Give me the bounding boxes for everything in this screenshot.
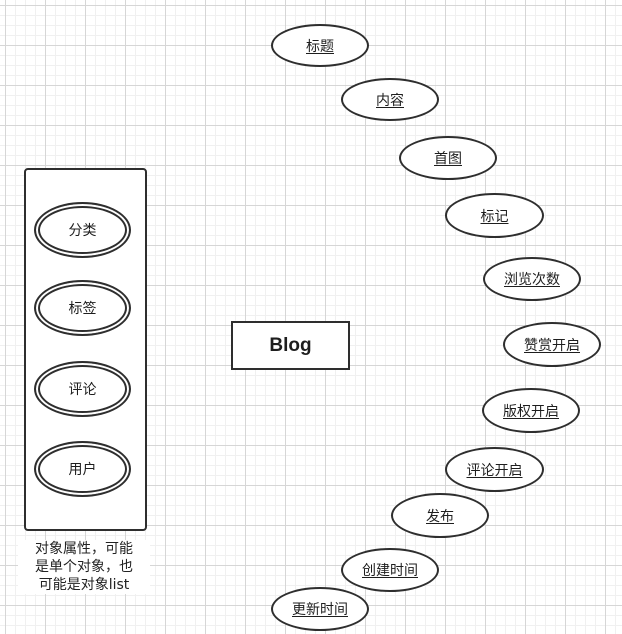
- diagram-canvas: 标题 内容 首图 标记 浏览次数 赞赏开启 版权开启 评论开启 发布 创建时间 …: [0, 0, 622, 634]
- object-attribute-category[interactable]: 分类: [34, 202, 131, 258]
- object-attribute-tag-label: 标签: [68, 301, 97, 317]
- object-attribute-user[interactable]: 用户: [34, 441, 131, 497]
- attribute-views-label: 浏览次数: [504, 272, 560, 288]
- attribute-content-label: 内容: [376, 92, 404, 109]
- attribute-cover-image-label: 首图: [434, 151, 462, 167]
- object-attribute-tag[interactable]: 标签: [34, 280, 131, 336]
- note-line-3: 可能是对象list: [38, 577, 130, 593]
- attribute-create-time-label: 创建时间: [362, 563, 418, 579]
- object-attribute-category-label: 分类: [68, 223, 97, 239]
- object-attribute-comment[interactable]: 评论: [34, 361, 131, 417]
- attribute-update-time[interactable]: 更新时间: [271, 587, 369, 631]
- object-attribute-user-label: 用户: [68, 462, 97, 478]
- attribute-update-time-label: 更新时间: [292, 602, 348, 618]
- attribute-appreciation-enabled-label: 赞赏开启: [524, 337, 580, 354]
- attribute-views[interactable]: 浏览次数: [483, 257, 581, 301]
- attribute-flag[interactable]: 标记: [445, 193, 544, 238]
- attribute-copyright-enabled[interactable]: 版权开启: [482, 388, 580, 433]
- attribute-copyright-enabled-label: 版权开启: [503, 403, 559, 420]
- attribute-comment-enabled-label: 评论开启: [466, 462, 523, 479]
- attribute-content[interactable]: 内容: [341, 78, 439, 121]
- object-attribute-comment-label: 评论: [68, 382, 97, 398]
- attribute-published[interactable]: 发布: [391, 493, 489, 538]
- attribute-create-time[interactable]: 创建时间: [341, 548, 439, 592]
- attribute-appreciation-enabled[interactable]: 赞赏开启: [503, 322, 601, 367]
- attribute-title-label: 标题: [306, 38, 334, 55]
- entity-blog-label: Blog: [269, 334, 312, 356]
- attribute-flag-label: 标记: [480, 208, 509, 225]
- note-line-1: 对象属性，可能: [35, 541, 133, 557]
- attribute-cover-image[interactable]: 首图: [399, 136, 497, 180]
- attribute-comment-enabled[interactable]: 评论开启: [445, 447, 544, 492]
- note-line-2: 是单个对象，也: [35, 559, 133, 575]
- entity-blog[interactable]: Blog: [231, 321, 350, 370]
- attribute-title[interactable]: 标题: [271, 24, 369, 67]
- attribute-published-label: 发布: [426, 508, 454, 525]
- object-attributes-note: 对象属性，可能 是单个对象，也 可能是对象list: [18, 540, 150, 594]
